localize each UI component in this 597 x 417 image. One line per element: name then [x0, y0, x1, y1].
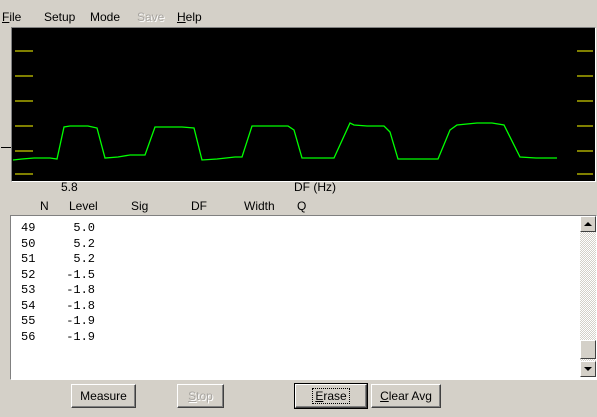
measure-button[interactable]: Measure	[71, 384, 136, 408]
list-item[interactable]: 54 -1.8	[21, 299, 95, 315]
row-n: 51	[21, 252, 36, 266]
clear-avg-button[interactable]: Clear Avg	[371, 384, 441, 408]
list-item[interactable]: 51 5.2	[21, 252, 95, 268]
erase-button[interactable]: Erase	[294, 383, 368, 409]
clear-avg-rest: lear Avg	[388, 389, 432, 403]
row-level: 5.2	[73, 252, 95, 266]
results-list[interactable]: 49 5.0 50 5.2 51 5.2 52 -1.5 53 -1.8 54 -1.8 5…	[10, 215, 597, 380]
list-item[interactable]: 55 -1.9	[21, 314, 95, 330]
scroll-thumb[interactable]	[580, 340, 596, 359]
row-n: 54	[21, 298, 36, 313]
row-level: -1.9	[66, 329, 95, 344]
list-item[interactable]: 49 5.0	[21, 221, 95, 237]
readout-value: 5.8	[61, 180, 78, 194]
right-scale-ticks	[577, 50, 593, 175]
list-item[interactable]: 50 5.2	[21, 237, 95, 253]
row-level: 5.2	[73, 236, 95, 251]
menu-bar: File Setup Mode Save Help	[0, 0, 597, 24]
row-level: 5.0	[73, 221, 95, 235]
row-n: 50	[21, 236, 36, 251]
erase-focus: Erase	[312, 388, 350, 404]
list-item[interactable]: 53 -1.8	[21, 283, 95, 299]
menu-save: Save	[137, 10, 165, 24]
stop-mnemonic: S	[188, 389, 197, 403]
column-header-df: DF	[191, 199, 207, 213]
menu-file-rest: ile	[9, 10, 22, 24]
row-n: 55	[21, 314, 36, 328]
arrow-down-icon	[584, 367, 592, 371]
column-header-sig: Sig	[131, 199, 149, 213]
stop-rest: top	[196, 389, 213, 403]
row-n: 56	[21, 329, 36, 344]
menu-help[interactable]: Help	[177, 10, 202, 24]
column-header-q: Q	[297, 199, 307, 213]
erase-rest: rase	[323, 389, 347, 403]
arrow-up-icon	[584, 222, 592, 226]
row-n: 52	[21, 267, 36, 282]
row-level: -1.9	[66, 314, 95, 328]
clear-avg-mnemonic: C	[380, 389, 389, 403]
list-item[interactable]: 52 -1.5	[21, 268, 95, 284]
column-header-level: Level	[69, 199, 98, 213]
left-scale-ticks	[15, 50, 33, 175]
row-level: -1.5	[66, 267, 95, 282]
signal-plot-canvas	[12, 50, 593, 175]
column-header-width: Width	[244, 199, 275, 213]
menu-help-rest: elp	[185, 10, 202, 24]
df-axis-label: DF (Hz)	[294, 180, 336, 194]
menu-help-mnemonic: H	[177, 10, 186, 24]
row-n: 49	[21, 221, 36, 235]
scroll-down-button[interactable]	[580, 361, 596, 377]
menu-mode[interactable]: Mode	[90, 10, 120, 24]
column-header-n: N	[40, 199, 49, 213]
scroll-up-button[interactable]	[580, 216, 596, 232]
signal-plot	[11, 27, 596, 182]
menu-setup[interactable]: Setup	[44, 10, 75, 24]
signal-trace	[12, 122, 557, 161]
menu-file[interactable]: File	[2, 10, 21, 24]
list-item[interactable]: 56 -1.9	[21, 330, 95, 346]
row-level: -1.8	[66, 298, 95, 313]
plot-reference-tick	[1, 147, 11, 148]
stop-button[interactable]: Stop	[177, 384, 224, 408]
row-level: -1.8	[66, 283, 95, 297]
row-n: 53	[21, 283, 36, 297]
results-rows: 49 5.0 50 5.2 51 5.2 52 -1.5 53 -1.8 54 -1.8 5…	[21, 221, 95, 345]
vertical-scrollbar[interactable]	[580, 216, 596, 377]
